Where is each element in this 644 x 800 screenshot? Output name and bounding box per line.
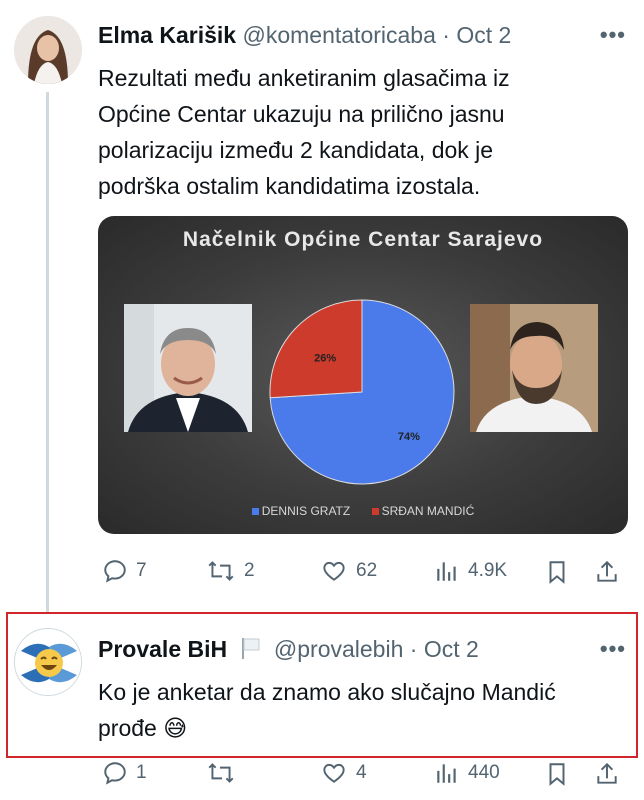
like-button-2[interactable]: 4 bbox=[320, 760, 367, 786]
tweet-text: Rezultati među anketiranim glasačima iz … bbox=[98, 65, 510, 199]
share-icon bbox=[597, 762, 617, 784]
reply-count: 7 bbox=[136, 560, 147, 581]
repost-icon bbox=[208, 763, 234, 783]
views-button-2[interactable]: 440 bbox=[434, 760, 500, 786]
tweet-text-2: Ko je anketar da znamo ako slučajno Mand… bbox=[98, 679, 556, 741]
legend-item-1: DENNIS GRATZ bbox=[251, 504, 354, 518]
like-count: 62 bbox=[356, 560, 378, 581]
tweet-image[interactable]: Načelnik Općine Centar Sarajevo 74%26% bbox=[98, 216, 628, 534]
like-count-2: 4 bbox=[356, 762, 367, 783]
heart-icon bbox=[323, 561, 345, 581]
pie-label-1: 74% bbox=[398, 431, 420, 443]
legend-item-2: SRĐAN MANDIĆ bbox=[371, 504, 474, 518]
bookmark-button-2[interactable] bbox=[544, 760, 570, 788]
share-icon bbox=[597, 560, 617, 582]
tweet-elma[interactable]: Elma Karišik @komentatoricaba · Oct 2 ••… bbox=[0, 0, 644, 612]
pie-slice-2 bbox=[269, 299, 363, 399]
bookmark-icon bbox=[549, 561, 565, 584]
bookmark-button[interactable] bbox=[544, 558, 570, 586]
reply-icon bbox=[104, 762, 126, 785]
bookmark-icon bbox=[549, 763, 565, 786]
more-icon[interactable]: ••• bbox=[600, 636, 626, 662]
author-handle[interactable]: @komentatoricaba bbox=[242, 22, 435, 48]
views-button[interactable]: 4.9K bbox=[434, 558, 507, 584]
author-handle-2[interactable]: @provalebih bbox=[274, 636, 403, 662]
tweet-actions: 7 2 62 4.9K bbox=[98, 558, 628, 590]
view-count: 4.9K bbox=[468, 560, 508, 581]
avatar[interactable] bbox=[14, 16, 82, 84]
share-button[interactable] bbox=[594, 558, 620, 586]
tweet-header: Elma Karišik @komentatoricaba · Oct 2 bbox=[98, 22, 511, 49]
avatar-provale[interactable] bbox=[14, 628, 82, 696]
tweet-date-2[interactable]: · Oct 2 bbox=[410, 636, 479, 662]
tweet-header-2: Provale BiH @provalebih · Oct 2 bbox=[98, 636, 479, 666]
more-icon[interactable]: ••• bbox=[600, 22, 626, 48]
view-count-2: 440 bbox=[468, 762, 500, 783]
heart-icon bbox=[323, 763, 345, 783]
flag-icon bbox=[240, 636, 262, 666]
views-icon bbox=[437, 562, 456, 581]
author-name-2[interactable]: Provale BiH bbox=[98, 636, 227, 662]
repost-button[interactable]: 2 bbox=[206, 558, 255, 584]
reply-count-2: 1 bbox=[136, 762, 147, 783]
candidate-photo-right bbox=[470, 304, 598, 432]
repost-count: 2 bbox=[244, 560, 255, 581]
tweet-actions-2: 1 4 440 bbox=[98, 760, 628, 792]
repost-button-2[interactable] bbox=[206, 760, 244, 786]
pie-label-2: 26% bbox=[314, 352, 336, 364]
chart-legend: DENNIS GRATZ SRĐAN MANDIĆ bbox=[98, 504, 628, 518]
author-name[interactable]: Elma Karišik bbox=[98, 22, 236, 48]
like-button[interactable]: 62 bbox=[320, 558, 377, 584]
share-button-2[interactable] bbox=[594, 760, 620, 788]
reply-button-2[interactable]: 1 bbox=[102, 760, 147, 786]
reply-button[interactable]: 7 bbox=[102, 558, 147, 584]
reply-icon bbox=[104, 560, 126, 583]
tweet-date[interactable]: · Oct 2 bbox=[442, 22, 511, 48]
repost-icon bbox=[208, 561, 234, 581]
views-icon bbox=[437, 764, 456, 783]
